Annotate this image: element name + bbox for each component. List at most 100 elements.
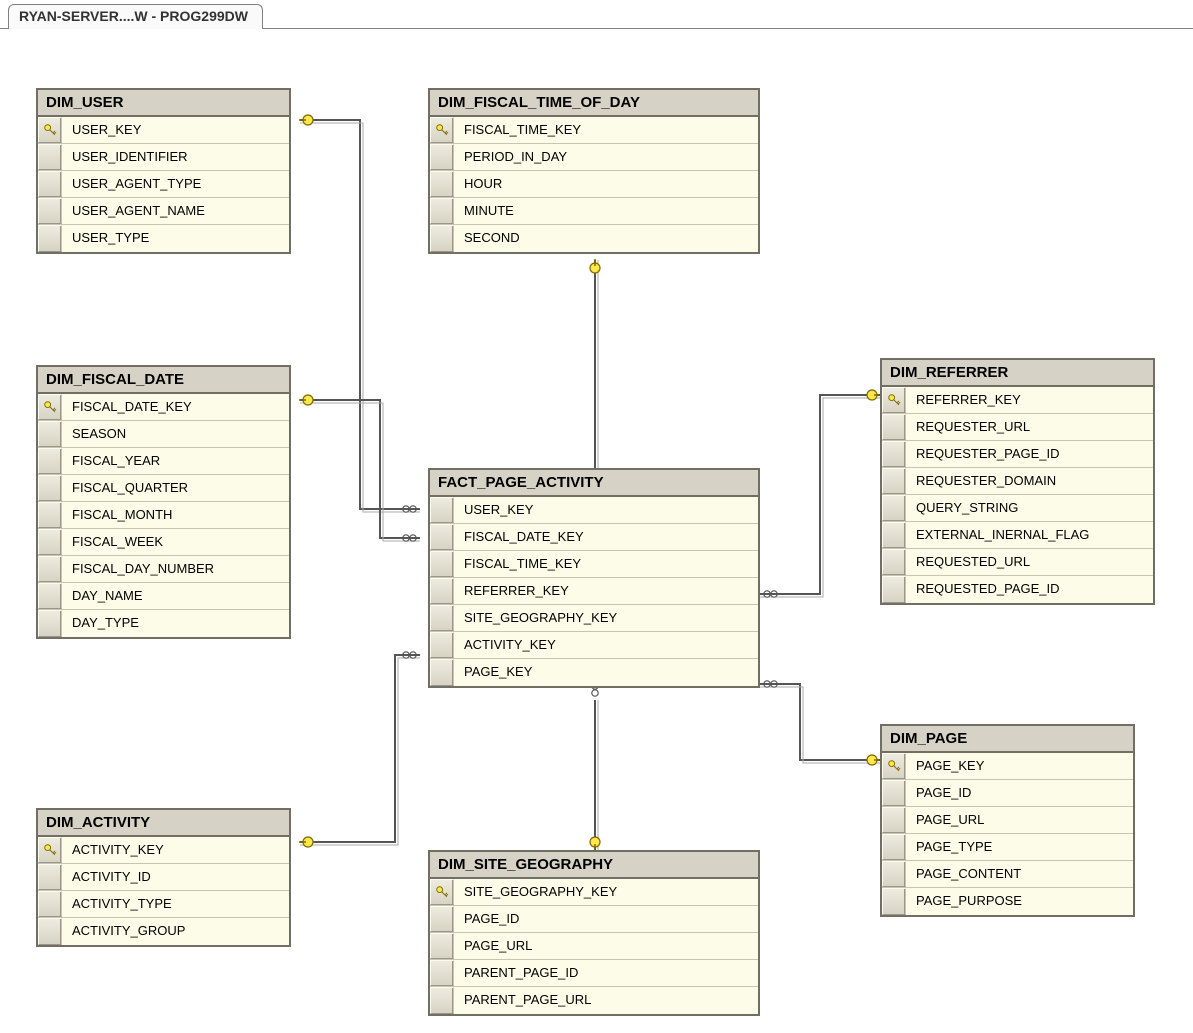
column-row[interactable]: PAGE_TYPE	[882, 834, 1133, 861]
column-selector[interactable]	[38, 918, 62, 945]
column-selector[interactable]	[430, 198, 454, 224]
column-selector[interactable]	[430, 144, 454, 170]
column-selector[interactable]	[882, 576, 906, 603]
column-row[interactable]: PAGE_PURPOSE	[882, 888, 1133, 915]
column-row[interactable]: PARENT_PAGE_URL	[430, 987, 758, 1014]
primary-key-icon[interactable]	[882, 387, 906, 413]
column-row[interactable]: REFERRER_KEY	[430, 578, 758, 605]
primary-key-icon[interactable]	[430, 879, 454, 905]
column-selector[interactable]	[430, 524, 454, 550]
column-selector[interactable]	[430, 225, 454, 252]
primary-key-icon[interactable]	[430, 117, 454, 143]
column-row[interactable]: ACTIVITY_KEY	[38, 837, 289, 864]
table-dim-user[interactable]: DIM_USER USER_KEYUSER_IDENTIFIERUSER_AGE…	[36, 88, 291, 254]
column-row[interactable]: PAGE_URL	[430, 933, 758, 960]
primary-key-icon[interactable]	[38, 117, 62, 143]
column-selector[interactable]	[38, 583, 62, 609]
table-dim-fiscal-time-of-day[interactable]: DIM_FISCAL_TIME_OF_DAY FISCAL_TIME_KEYPE…	[428, 88, 760, 254]
column-row[interactable]: REQUESTED_URL	[882, 549, 1153, 576]
column-selector[interactable]	[38, 448, 62, 474]
column-selector[interactable]	[430, 171, 454, 197]
column-row[interactable]: PERIOD_IN_DAY	[430, 144, 758, 171]
column-row[interactable]: HOUR	[430, 171, 758, 198]
column-row[interactable]: FISCAL_DATE_KEY	[430, 524, 758, 551]
table-fact-page-activity[interactable]: FACT_PAGE_ACTIVITY USER_KEYFISCAL_DATE_K…	[428, 468, 760, 688]
column-row[interactable]: ACTIVITY_GROUP	[38, 918, 289, 945]
column-row[interactable]: PAGE_KEY	[882, 753, 1133, 780]
column-row[interactable]: PAGE_ID	[882, 780, 1133, 807]
table-dim-fiscal-date[interactable]: DIM_FISCAL_DATE FISCAL_DATE_KEYSEASONFIS…	[36, 365, 291, 639]
primary-key-icon[interactable]	[38, 394, 62, 420]
column-row[interactable]: PAGE_ID	[430, 906, 758, 933]
column-selector[interactable]	[882, 441, 906, 467]
column-selector[interactable]	[430, 632, 454, 658]
column-row[interactable]: SECOND	[430, 225, 758, 252]
column-row[interactable]: USER_KEY	[430, 497, 758, 524]
column-row[interactable]: FISCAL_DAY_NUMBER	[38, 556, 289, 583]
table-dim-page[interactable]: DIM_PAGE PAGE_KEYPAGE_IDPAGE_URLPAGE_TYP…	[880, 724, 1135, 917]
column-row[interactable]: FISCAL_WEEK	[38, 529, 289, 556]
column-row[interactable]: SEASON	[38, 421, 289, 448]
column-selector[interactable]	[430, 605, 454, 631]
column-selector[interactable]	[430, 497, 454, 523]
column-row[interactable]: FISCAL_TIME_KEY	[430, 551, 758, 578]
column-selector[interactable]	[882, 834, 906, 860]
table-dim-activity[interactable]: DIM_ACTIVITY ACTIVITY_KEYACTIVITY_IDACTI…	[36, 808, 291, 947]
column-row[interactable]: QUERY_STRING	[882, 495, 1153, 522]
column-row[interactable]: MINUTE	[430, 198, 758, 225]
column-selector[interactable]	[882, 495, 906, 521]
primary-key-icon[interactable]	[882, 753, 906, 779]
column-selector[interactable]	[38, 891, 62, 917]
column-row[interactable]: PARENT_PAGE_ID	[430, 960, 758, 987]
column-selector[interactable]	[882, 522, 906, 548]
diagram-canvas[interactable]: RYAN-SERVER....W - PROG299DW	[0, 0, 1193, 1033]
column-selector[interactable]	[38, 864, 62, 890]
column-selector[interactable]	[38, 198, 62, 224]
column-row[interactable]: EXTERNAL_INERNAL_FLAG	[882, 522, 1153, 549]
column-selector[interactable]	[38, 502, 62, 528]
column-row[interactable]: ACTIVITY_TYPE	[38, 891, 289, 918]
column-row[interactable]: ACTIVITY_ID	[38, 864, 289, 891]
column-row[interactable]: PAGE_CONTENT	[882, 861, 1133, 888]
column-row[interactable]: ACTIVITY_KEY	[430, 632, 758, 659]
column-row[interactable]: REFERRER_KEY	[882, 387, 1153, 414]
column-selector[interactable]	[430, 906, 454, 932]
column-row[interactable]: USER_KEY	[38, 117, 289, 144]
column-row[interactable]: REQUESTED_PAGE_ID	[882, 576, 1153, 603]
column-row[interactable]: DAY_TYPE	[38, 610, 289, 637]
column-row[interactable]: USER_AGENT_TYPE	[38, 171, 289, 198]
column-selector[interactable]	[882, 780, 906, 806]
column-row[interactable]: FISCAL_TIME_KEY	[430, 117, 758, 144]
column-selector[interactable]	[38, 421, 62, 447]
column-row[interactable]: FISCAL_QUARTER	[38, 475, 289, 502]
column-row[interactable]: SITE_GEOGRAPHY_KEY	[430, 605, 758, 632]
column-selector[interactable]	[430, 551, 454, 577]
table-dim-site-geography[interactable]: DIM_SITE_GEOGRAPHY SITE_GEOGRAPHY_KEYPAG…	[428, 850, 760, 1016]
column-row[interactable]: FISCAL_MONTH	[38, 502, 289, 529]
column-selector[interactable]	[430, 578, 454, 604]
column-selector[interactable]	[38, 171, 62, 197]
column-selector[interactable]	[430, 987, 454, 1014]
column-selector[interactable]	[38, 529, 62, 555]
column-row[interactable]: USER_TYPE	[38, 225, 289, 252]
column-row[interactable]: REQUESTER_PAGE_ID	[882, 441, 1153, 468]
column-selector[interactable]	[882, 861, 906, 887]
column-selector[interactable]	[38, 475, 62, 501]
column-row[interactable]: FISCAL_DATE_KEY	[38, 394, 289, 421]
column-selector[interactable]	[430, 933, 454, 959]
column-row[interactable]: FISCAL_YEAR	[38, 448, 289, 475]
column-row[interactable]: REQUESTER_DOMAIN	[882, 468, 1153, 495]
column-selector[interactable]	[882, 807, 906, 833]
column-row[interactable]: PAGE_KEY	[430, 659, 758, 686]
table-dim-referrer[interactable]: DIM_REFERRER REFERRER_KEYREQUESTER_URLRE…	[880, 358, 1155, 605]
column-selector[interactable]	[38, 144, 62, 170]
column-selector[interactable]	[882, 888, 906, 915]
column-row[interactable]: SITE_GEOGRAPHY_KEY	[430, 879, 758, 906]
primary-key-icon[interactable]	[38, 837, 62, 863]
column-selector[interactable]	[882, 468, 906, 494]
column-selector[interactable]	[430, 960, 454, 986]
column-row[interactable]: REQUESTER_URL	[882, 414, 1153, 441]
column-row[interactable]: USER_AGENT_NAME	[38, 198, 289, 225]
column-selector[interactable]	[882, 414, 906, 440]
column-row[interactable]: USER_IDENTIFIER	[38, 144, 289, 171]
